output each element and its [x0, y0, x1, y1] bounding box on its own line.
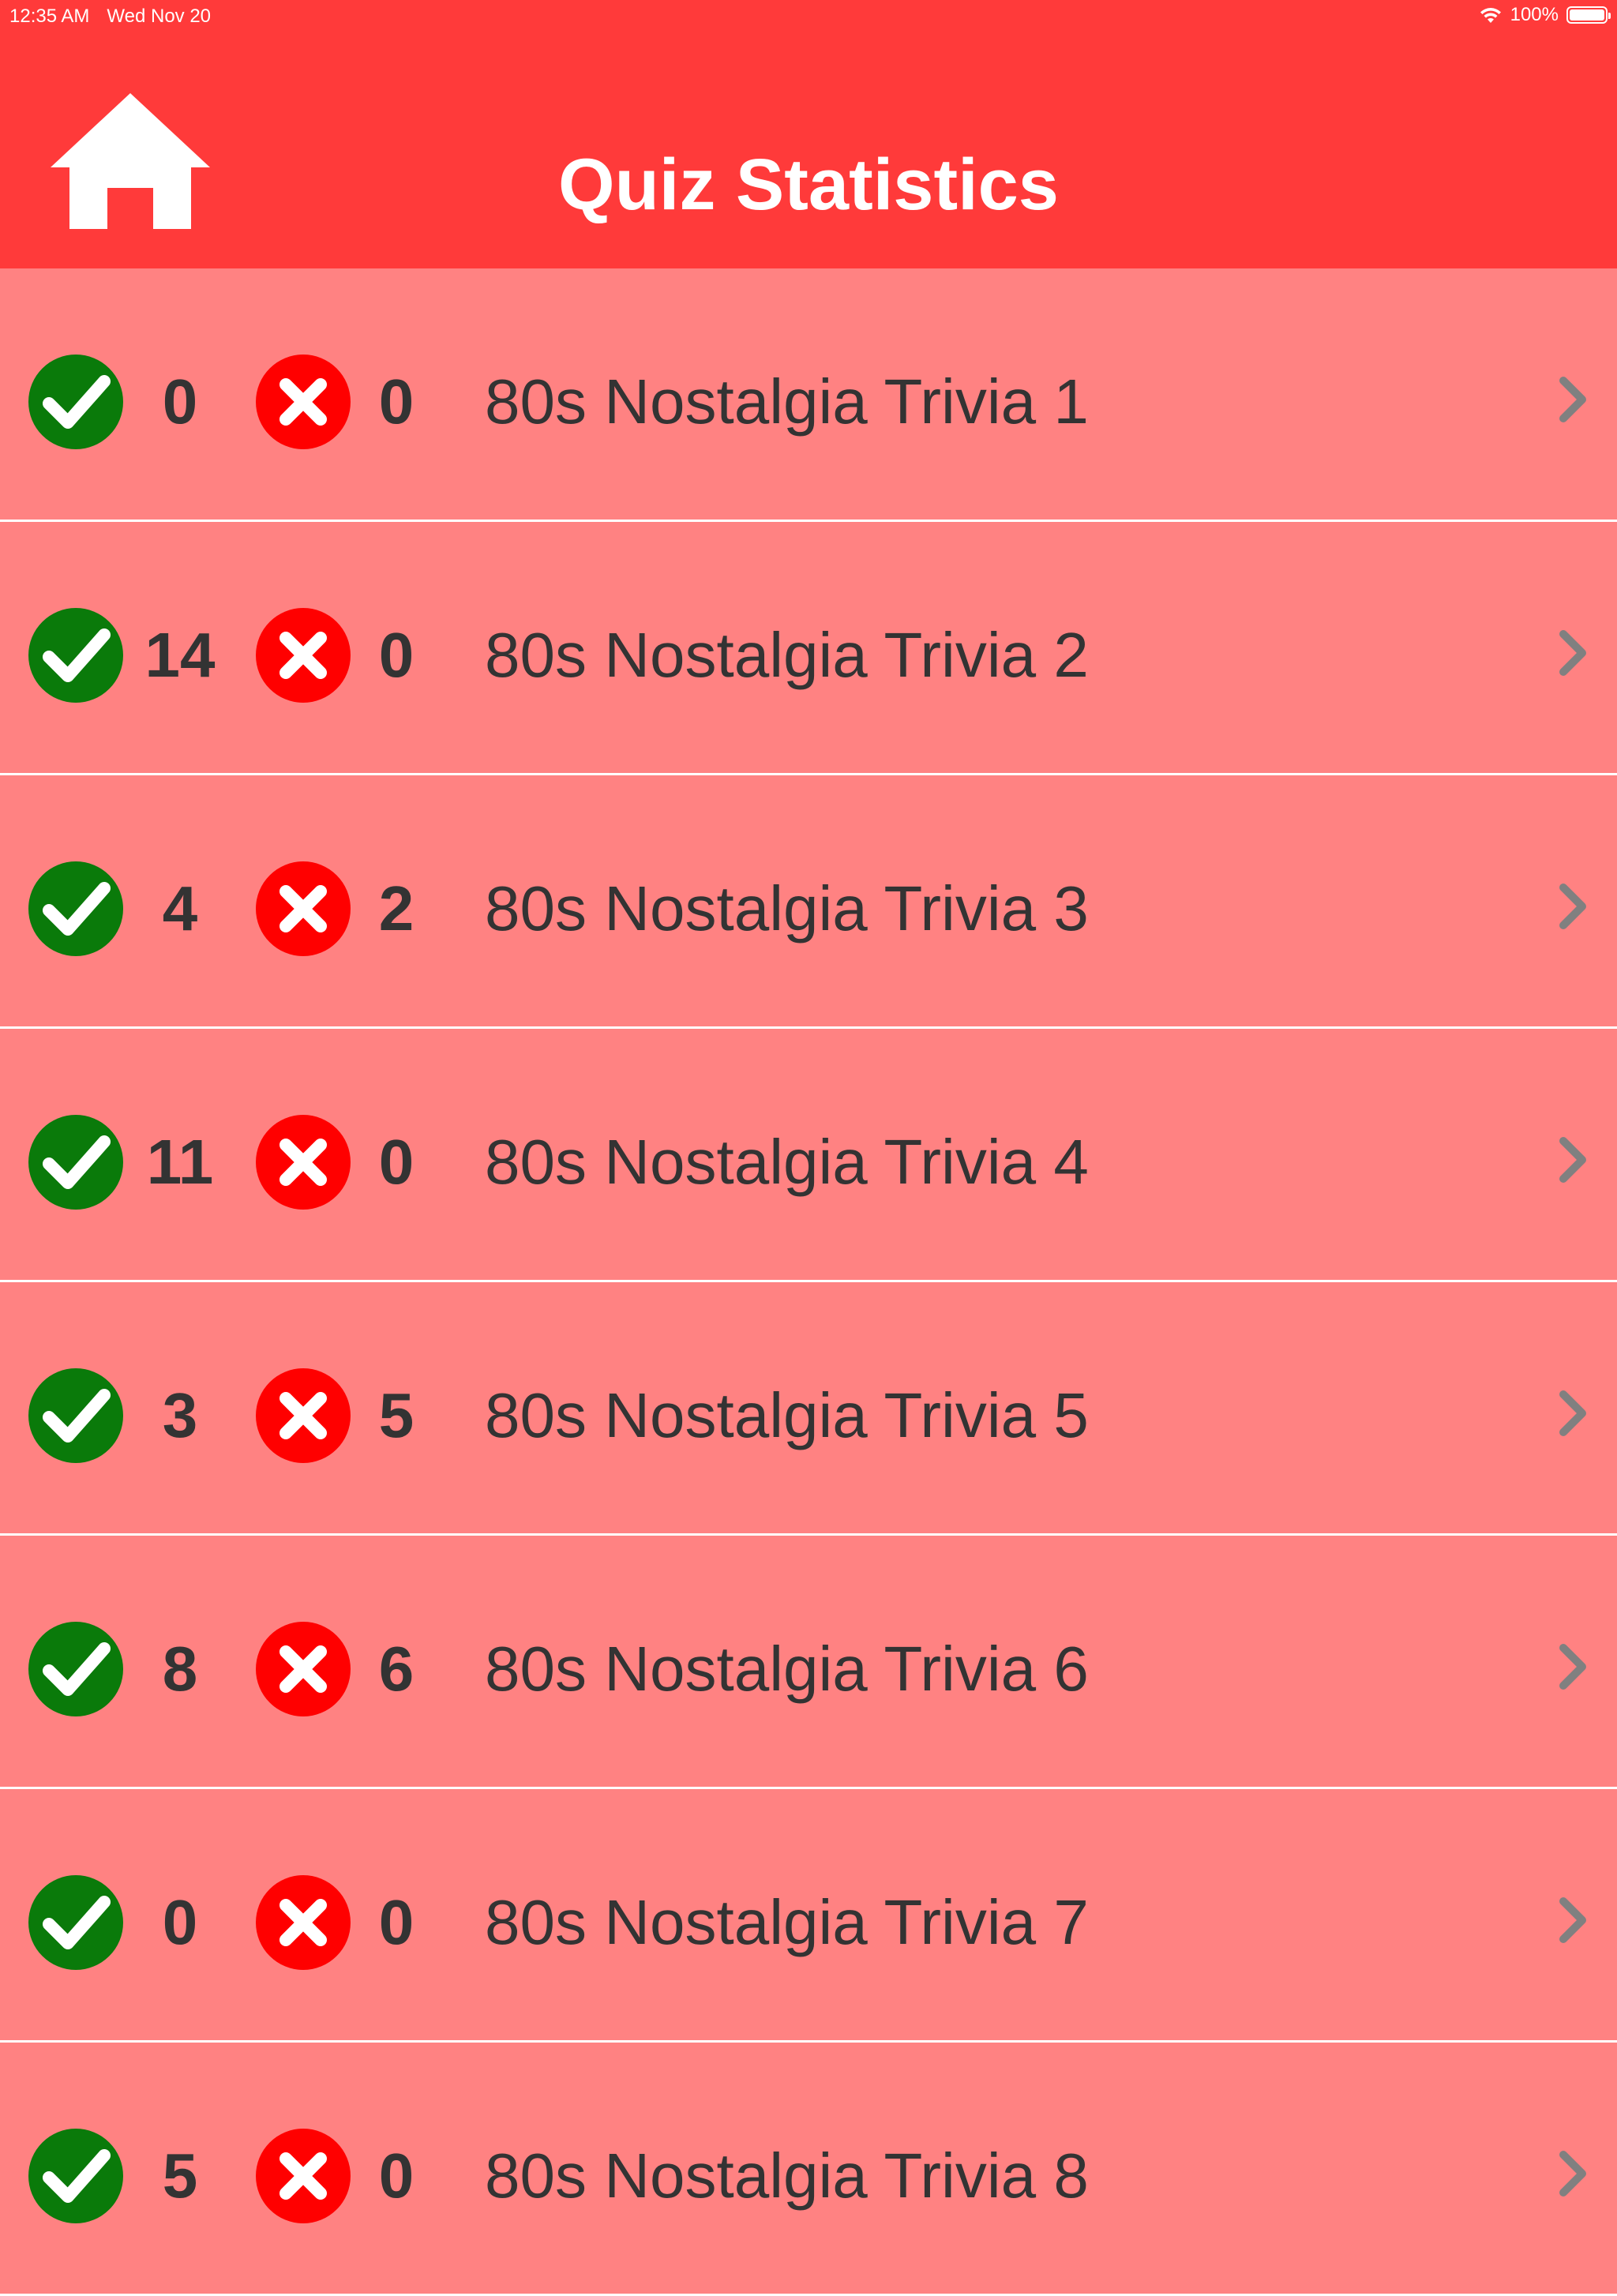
chevron-right-icon	[1559, 1390, 1586, 1436]
status-bar: 12:35 AM Wed Nov 20 100%	[0, 0, 1617, 32]
page-title-text: Quiz Statistics	[558, 144, 1059, 225]
quiz-name: 80s Nostalgia Trivia 4	[485, 1127, 1089, 1197]
check-icon	[28, 608, 123, 703]
wrong-count: 0	[378, 620, 415, 690]
chevron-right-icon	[1559, 377, 1586, 422]
cross-icon	[256, 1115, 351, 1210]
correct-count: 11	[146, 1127, 214, 1197]
status-right: 100%	[1479, 4, 1611, 26]
battery-percent: 100%	[1510, 4, 1559, 25]
check-icon	[28, 355, 123, 449]
check-icon	[28, 1115, 123, 1210]
cross-icon	[256, 2129, 351, 2223]
check-icon	[28, 861, 123, 956]
correct-count: 0	[162, 1887, 198, 1957]
quiz-row-4[interactable]: 11 0 80s Nostalgia Trivia 4	[0, 1029, 1617, 1282]
quiz-name: 80s Nostalgia Trivia 5	[485, 1380, 1089, 1450]
correct-count: 5	[162, 2140, 198, 2211]
chevron-right-icon	[1559, 884, 1586, 929]
correct-count: 0	[162, 366, 198, 437]
quiz-row-3[interactable]: 4 2 80s Nostalgia Trivia 3	[0, 775, 1617, 1029]
correct-count: 8	[162, 1634, 198, 1704]
chevron-right-icon	[1559, 1137, 1586, 1183]
battery-fill	[1570, 9, 1604, 21]
wrong-count: 2	[378, 873, 415, 944]
check-icon	[28, 1368, 123, 1463]
cross-icon	[256, 608, 351, 703]
quiz-row-6[interactable]: 8 6 80s Nostalgia Trivia 6	[0, 1536, 1617, 1789]
chevron-right-icon	[1559, 2151, 1586, 2197]
quiz-row-1[interactable]: 0 0 80s Nostalgia Trivia 1	[0, 268, 1617, 522]
check-icon	[28, 2129, 123, 2223]
page-title: Quiz Statistics	[0, 145, 1617, 224]
chevron-right-icon	[1559, 1644, 1586, 1690]
quiz-list: 0 0 80s Nostalgia Trivia 1 14 0 80s Nost…	[0, 268, 1617, 2296]
correct-count: 4	[162, 873, 198, 944]
wrong-count: 5	[378, 1380, 415, 1450]
battery-icon	[1566, 6, 1611, 24]
status-time: 12:35 AM	[9, 6, 90, 27]
cross-icon	[256, 1875, 351, 1970]
quiz-name: 80s Nostalgia Trivia 8	[485, 2140, 1089, 2211]
chevron-right-icon	[1559, 630, 1586, 676]
cross-icon	[256, 861, 351, 956]
wrong-count: 0	[378, 1887, 415, 1957]
correct-count: 3	[162, 1380, 198, 1450]
quiz-name: 80s Nostalgia Trivia 7	[485, 1887, 1089, 1957]
cross-icon	[256, 355, 351, 449]
check-icon	[28, 1875, 123, 1970]
wrong-count: 6	[378, 1634, 415, 1704]
cross-icon	[256, 1368, 351, 1463]
wifi-icon	[1480, 8, 1501, 23]
quiz-name: 80s Nostalgia Trivia 6	[485, 1634, 1089, 1704]
correct-count: 14	[144, 620, 216, 690]
wrong-count: 0	[378, 366, 415, 437]
status-date: Wed Nov 20	[107, 6, 212, 27]
quiz-row-7[interactable]: 0 0 80s Nostalgia Trivia 7	[0, 1789, 1617, 2043]
quiz-name: 80s Nostalgia Trivia 1	[485, 366, 1089, 437]
cross-icon	[256, 1622, 351, 1716]
quiz-row-5[interactable]: 3 5 80s Nostalgia Trivia 5	[0, 1282, 1617, 1536]
quiz-row-8[interactable]: 5 0 80s Nostalgia Trivia 8	[0, 2043, 1617, 2296]
quiz-name: 80s Nostalgia Trivia 3	[485, 873, 1089, 944]
wrong-count: 0	[378, 2140, 415, 2211]
quiz-name: 80s Nostalgia Trivia 2	[485, 620, 1089, 690]
wrong-count: 0	[378, 1127, 415, 1197]
check-icon	[28, 1622, 123, 1716]
chevron-right-icon	[1559, 1897, 1586, 1943]
quiz-row-2[interactable]: 14 0 80s Nostalgia Trivia 2	[0, 522, 1617, 775]
status-left: 12:35 AM Wed Nov 20	[9, 6, 211, 28]
nav-header: Quiz Statistics	[0, 32, 1617, 268]
